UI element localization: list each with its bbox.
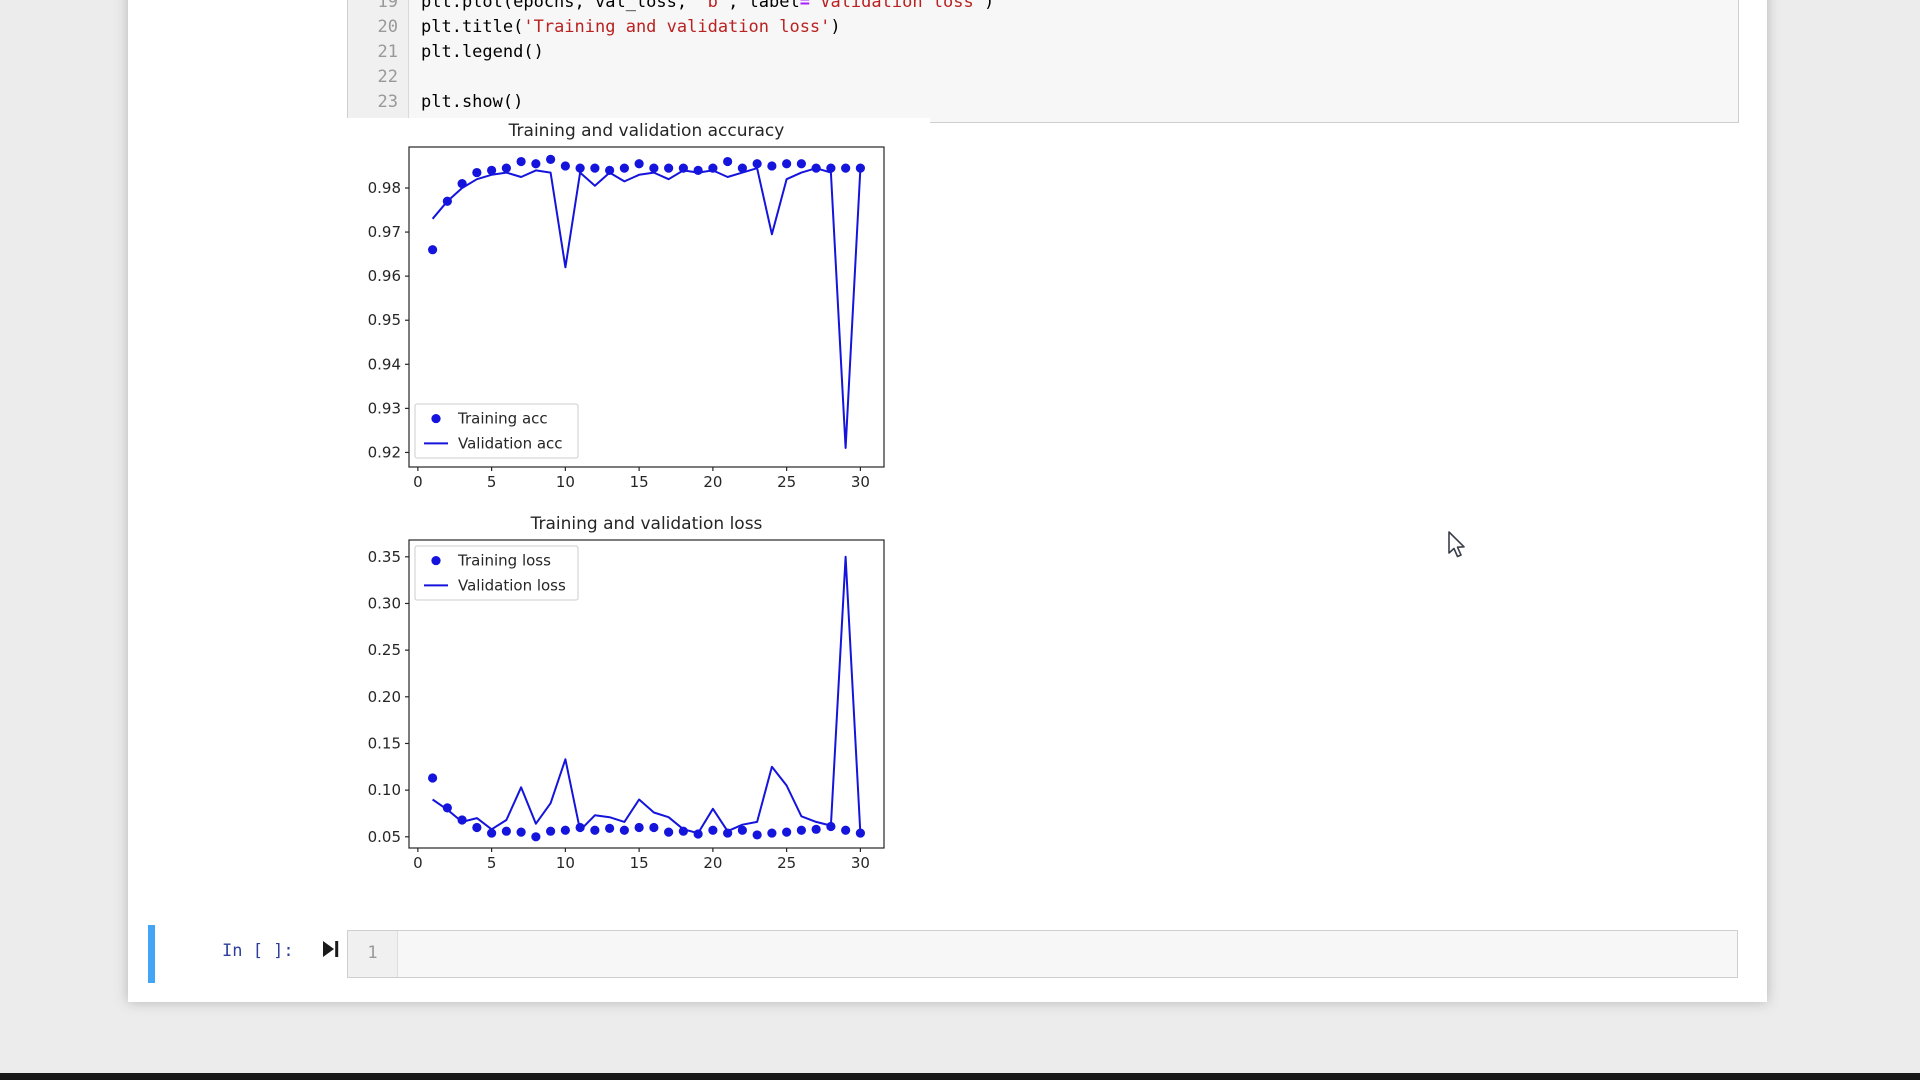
line-number: 21 — [348, 40, 398, 65]
svg-text:0.96: 0.96 — [368, 267, 401, 285]
svg-text:15: 15 — [630, 854, 649, 872]
svg-text:30: 30 — [851, 473, 870, 491]
svg-text:0.98: 0.98 — [368, 179, 401, 197]
svg-text:0.05: 0.05 — [368, 828, 401, 846]
run-to-end-icon[interactable] — [323, 940, 340, 958]
svg-text:20: 20 — [703, 854, 722, 872]
code-cell-input[interactable]: 1920212223 plt.plot(epochs, val_loss, 'b… — [347, 0, 1739, 123]
svg-text:0.15: 0.15 — [368, 734, 401, 752]
screen: 1920212223 plt.plot(epochs, val_loss, 'b… — [0, 0, 1920, 1080]
svg-text:Validation loss: Validation loss — [458, 576, 566, 594]
svg-text:0.35: 0.35 — [368, 548, 401, 566]
svg-text:Training and validation accura: Training and validation accuracy — [508, 121, 785, 141]
mouse-cursor — [1447, 531, 1471, 561]
svg-text:5: 5 — [487, 854, 497, 872]
svg-text:25: 25 — [777, 854, 796, 872]
empty-cell-line-number: 1 — [348, 931, 398, 977]
svg-text:5: 5 — [487, 473, 497, 491]
code-line: plt.legend() — [421, 40, 1738, 65]
svg-text:20: 20 — [703, 473, 722, 491]
code-line: plt.show() — [421, 90, 1738, 115]
svg-text:Training and validation loss: Training and validation loss — [530, 514, 763, 534]
empty-cell-code-area[interactable] — [398, 931, 1737, 977]
code-line: plt.plot(epochs, val_loss, 'b', label='V… — [421, 0, 1738, 15]
code-line: plt.title('Training and validation loss'… — [421, 15, 1738, 40]
svg-text:0.20: 0.20 — [368, 688, 401, 706]
notebook-content-area: 1920212223 plt.plot(epochs, val_loss, 'b… — [128, 0, 1767, 1002]
line-number: 23 — [348, 90, 398, 115]
line-number: 20 — [348, 15, 398, 40]
code-line — [421, 65, 1738, 90]
empty-cell-editor[interactable]: 1 — [347, 930, 1738, 978]
svg-text:25: 25 — [777, 473, 796, 491]
svg-text:0.95: 0.95 — [368, 311, 401, 329]
svg-text:Training acc: Training acc — [457, 410, 548, 428]
code-cell-lines[interactable]: plt.plot(epochs, val_loss, 'b', label='V… — [409, 0, 1738, 122]
svg-text:0: 0 — [413, 854, 423, 872]
svg-text:10: 10 — [556, 854, 575, 872]
svg-text:0.97: 0.97 — [368, 223, 401, 241]
code-cell-gutter: 1920212223 — [348, 0, 409, 122]
svg-text:0.93: 0.93 — [368, 399, 401, 417]
svg-text:30: 30 — [851, 854, 870, 872]
empty-input-cell[interactable]: In [ ]: 1 — [148, 925, 1745, 983]
svg-text:10: 10 — [556, 473, 575, 491]
line-number: 19 — [348, 0, 398, 15]
svg-text:0.92: 0.92 — [368, 443, 401, 461]
svg-text:0.10: 0.10 — [368, 781, 401, 799]
loss-chart: Training and validation loss 0 5 10 15 20 25 30… — [330, 513, 930, 895]
svg-text:0.25: 0.25 — [368, 641, 401, 659]
svg-text:Training loss: Training loss — [457, 552, 551, 570]
svg-text:0: 0 — [413, 473, 423, 491]
accuracy-chart: Training and validation accuracy 0 5 10 15 20… — [330, 118, 930, 500]
bottom-dark-bar — [0, 1073, 1920, 1080]
svg-text:0.94: 0.94 — [368, 355, 401, 373]
line-number: 22 — [348, 65, 398, 90]
svg-text:Validation acc: Validation acc — [458, 434, 563, 452]
svg-text:0.30: 0.30 — [368, 594, 401, 612]
svg-text:15: 15 — [630, 473, 649, 491]
input-prompt: In [ ]: — [222, 941, 294, 961]
